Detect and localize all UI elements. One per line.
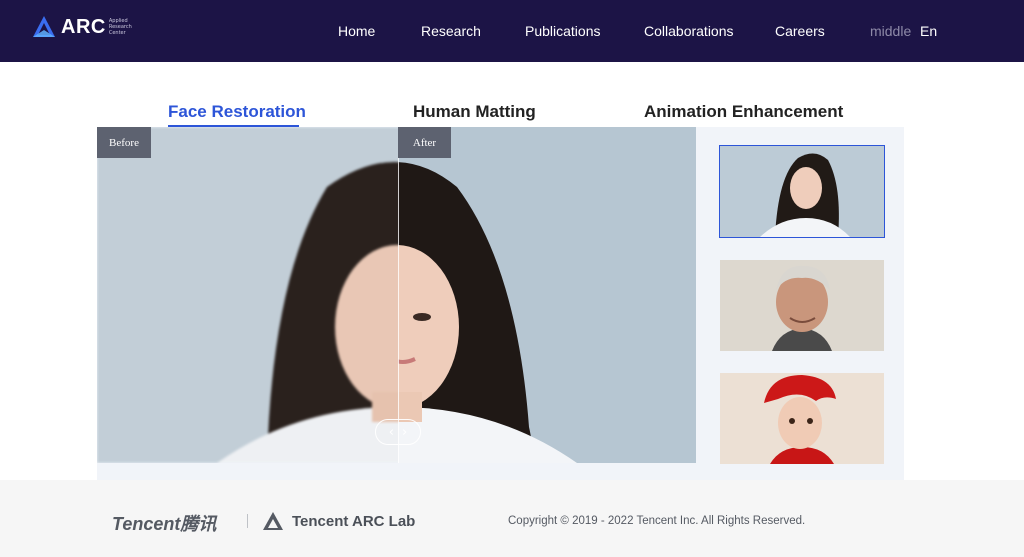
nav-collaborations[interactable]: Collaborations — [644, 23, 734, 39]
top-navbar: ARC Applied Research Center Home Researc… — [0, 0, 1024, 62]
tab-animation-enhancement[interactable]: Animation Enhancement — [644, 102, 843, 122]
before-after-comparison[interactable]: Before After ‹ › — [97, 127, 696, 463]
chevron-right-icon: › — [402, 424, 408, 440]
tab-face-restoration[interactable]: Face Restoration — [168, 102, 306, 122]
footer-separator — [247, 514, 248, 528]
main-nav: Home Research Publications Collaboration… — [0, 0, 1024, 62]
thumbnail-child[interactable] — [720, 373, 884, 464]
compare-slider-handle[interactable]: ‹ › — [375, 419, 421, 445]
tencent-logo[interactable]: Tencent腾讯 — [112, 510, 216, 536]
compare-divider-line — [398, 127, 399, 463]
chevron-left-icon: ‹ — [388, 424, 394, 440]
nav-research[interactable]: Research — [421, 23, 481, 39]
thumbnail-young-woman[interactable] — [719, 145, 885, 238]
thumbnail-older-man[interactable] — [720, 260, 884, 351]
older-man-portrait-image — [720, 260, 884, 351]
child-portrait-image — [720, 373, 884, 464]
arc-lab-logo-text[interactable]: Tencent ARC Lab — [292, 513, 415, 530]
before-label: Before — [97, 127, 151, 158]
arc-lab-logo-icon — [263, 512, 283, 530]
copyright-text: Copyright © 2019 - 2022 Tencent Inc. All… — [508, 515, 806, 527]
young-woman-portrait-image — [720, 146, 884, 237]
lang-option-en[interactable]: En — [920, 23, 937, 39]
nav-publications[interactable]: Publications — [525, 23, 601, 39]
tab-human-matting[interactable]: Human Matting — [413, 102, 536, 122]
lang-option-middle[interactable]: middle — [870, 23, 911, 39]
nav-home[interactable]: Home — [338, 23, 375, 39]
nav-careers[interactable]: Careers — [775, 23, 825, 39]
after-label: After — [398, 127, 451, 158]
